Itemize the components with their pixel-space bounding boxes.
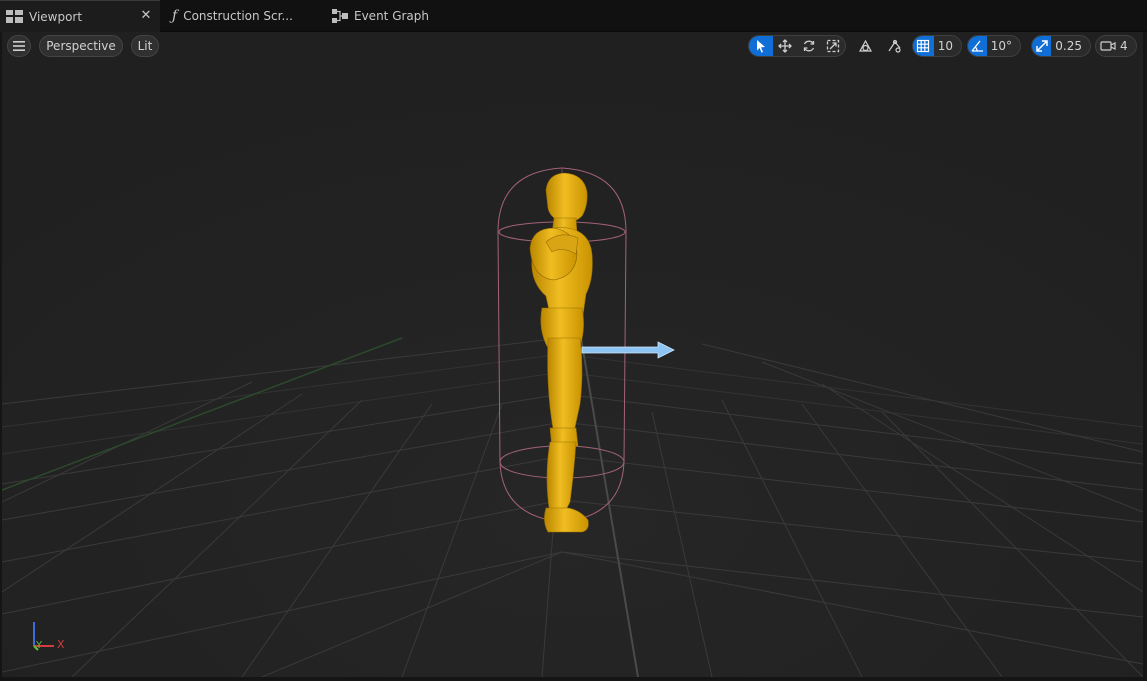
scale-icon [826, 39, 840, 53]
scale-snap-button[interactable] [1032, 36, 1052, 56]
select-arrow-icon [757, 40, 765, 53]
rotation-snap-button[interactable] [968, 36, 987, 56]
camera-speed-button[interactable] [1096, 36, 1120, 56]
scale-snap-value: 0.25 [1055, 39, 1082, 53]
surface-snap-button [882, 35, 906, 57]
scale-snap-group[interactable]: 0.25 [1031, 35, 1091, 57]
lighting-mode-button[interactable]: Lit [131, 35, 159, 57]
translate-tool-button[interactable] [773, 36, 797, 56]
viewport[interactable]: Perspective Lit 10 10° 0.25 4 Y X [2, 32, 1143, 677]
angle-snap-icon [971, 40, 984, 52]
graph-icon [332, 9, 348, 23]
tab-construction-script-label: Construction Scr... [183, 9, 293, 23]
surface-snap-toggle[interactable] [882, 35, 906, 57]
axis-gizmo [33, 622, 54, 651]
world-local-button [853, 35, 877, 57]
move-icon [778, 39, 792, 53]
world-local-toggle[interactable] [853, 35, 877, 57]
select-tool-button[interactable] [749, 36, 773, 56]
close-icon[interactable]: ✕ [140, 9, 152, 22]
scale-tool-button[interactable] [821, 36, 845, 56]
rotation-snap-value: 10° [990, 39, 1012, 53]
function-icon: ƒ [172, 8, 178, 24]
viewport-menu-button[interactable] [7, 35, 31, 57]
camera-speed-value: 4 [1120, 39, 1128, 53]
camera-speed-group[interactable]: 4 [1095, 35, 1137, 57]
viewport-grid-icon [6, 10, 23, 23]
surface-snap-icon [888, 39, 901, 53]
scale-snap-icon [1035, 40, 1048, 52]
rotation-snap-group[interactable]: 10° [967, 35, 1021, 57]
camera-speed-icon [1100, 41, 1116, 51]
view-mode-button[interactable]: Perspective [39, 35, 123, 57]
grid-snap-value: 10 [937, 39, 953, 53]
transform-tools [748, 35, 846, 57]
grid-snap-group[interactable]: 10 [912, 35, 962, 57]
axis-x-label: X [57, 638, 65, 651]
rotate-tool-button[interactable] [797, 36, 821, 56]
hamburger-menu-icon [13, 41, 25, 51]
tab-construction-script[interactable]: ƒ Construction Scr... [166, 0, 316, 32]
grid-snap-icon [917, 39, 930, 53]
axis-y-label: Y [36, 640, 43, 651]
grid-snap-button[interactable] [913, 36, 934, 56]
tab-event-graph[interactable]: Event Graph [326, 0, 446, 32]
tab-event-graph-label: Event Graph [354, 9, 429, 23]
tab-bar: Viewport ✕ ƒ Construction Scr... Event G… [0, 0, 1147, 32]
viewport-scene[interactable] [2, 32, 1143, 677]
tab-viewport-label: Viewport [29, 9, 83, 24]
world-local-icon [858, 39, 872, 52]
rotate-icon [803, 40, 815, 52]
tab-viewport[interactable]: Viewport ✕ [0, 0, 160, 32]
